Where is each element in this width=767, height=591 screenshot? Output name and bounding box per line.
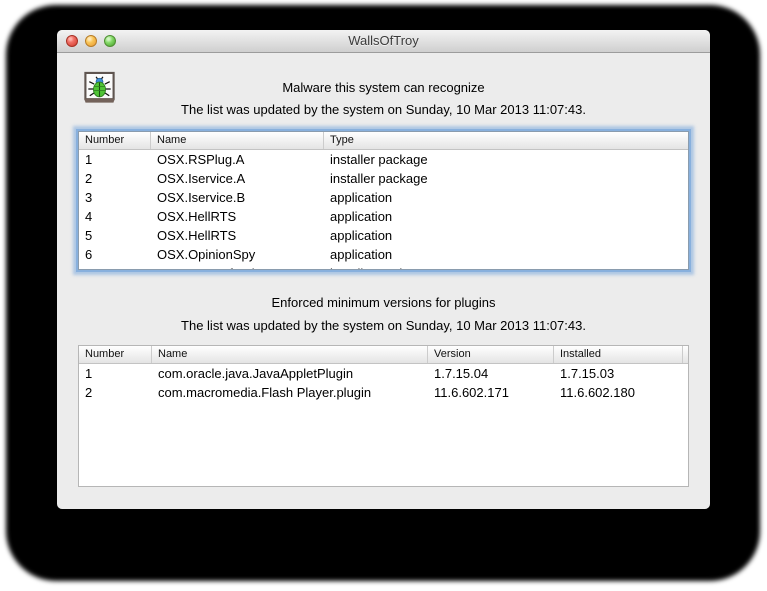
plugins-table: Number Name Version Installed 1 com.orac… xyxy=(78,345,689,487)
cell-type: installer package xyxy=(324,264,688,269)
traffic-lights xyxy=(66,35,116,47)
table-row[interactable]: 2 OSX.Iservice.A installer package xyxy=(79,169,688,188)
cell-installed: 11.6.602.180 xyxy=(554,383,683,402)
cell-version: 1.7.15.04 xyxy=(428,364,554,383)
table-row[interactable]: 1 com.oracle.java.JavaAppletPlugin 1.7.1… xyxy=(79,364,688,383)
cell-type: installer package xyxy=(324,150,688,169)
cell-number: 7 xyxy=(79,264,151,269)
plugins-table-header: Number Name Version Installed xyxy=(79,346,688,364)
table-row[interactable]: 4 OSX.HellRTS application xyxy=(79,207,688,226)
cell-version: 11.6.602.171 xyxy=(428,383,554,402)
plugins-table-body: 1 com.oracle.java.JavaAppletPlugin 1.7.1… xyxy=(79,364,688,486)
cell-name: com.macromedia.Flash Player.plugin xyxy=(152,383,428,402)
cell-installed: 1.7.15.03 xyxy=(554,364,683,383)
malware-updated-text: The list was updated by the system on Su… xyxy=(57,102,710,117)
cell-number: 2 xyxy=(79,169,151,188)
table-row[interactable]: 1 OSX.RSPlug.A installer package xyxy=(79,150,688,169)
cell-name: com.oracle.java.JavaAppletPlugin xyxy=(152,364,428,383)
table-row[interactable]: 5 OSX.HellRTS application xyxy=(79,226,688,245)
column-header-number[interactable]: Number xyxy=(79,132,151,149)
column-header-spacer xyxy=(683,346,689,363)
table-row[interactable]: 7 OSX.MacDefender.A installer package xyxy=(79,264,688,269)
column-header-name[interactable]: Name xyxy=(152,346,428,363)
cell-name: OSX.HellRTS xyxy=(151,207,324,226)
cell-number: 6 xyxy=(79,245,151,264)
table-row[interactable]: 3 OSX.Iservice.B application xyxy=(79,188,688,207)
table-row[interactable]: 6 OSX.OpinionSpy application xyxy=(79,245,688,264)
column-header-version[interactable]: Version xyxy=(428,346,554,363)
malware-section-heading: Malware this system can recognize xyxy=(57,80,710,95)
cell-type: application xyxy=(324,207,688,226)
cell-number: 1 xyxy=(79,150,151,169)
cell-name: OSX.Iservice.B xyxy=(151,188,324,207)
column-header-name[interactable]: Name xyxy=(151,132,324,149)
column-header-installed[interactable]: Installed xyxy=(554,346,683,363)
cell-type: installer package xyxy=(324,169,688,188)
close-icon[interactable] xyxy=(66,35,78,47)
cell-type: application xyxy=(324,245,688,264)
window-title: WallsOfTroy xyxy=(57,30,710,52)
cell-name: OSX.HellRTS xyxy=(151,226,324,245)
cell-name: OSX.MacDefender.A xyxy=(151,264,324,269)
app-window: WallsOfTroy Malware this system can reco… xyxy=(57,30,710,509)
malware-table: Number Name Type 1 OSX.RSPlug.A installe… xyxy=(78,131,689,270)
cell-number: 1 xyxy=(79,364,152,383)
cell-number: 4 xyxy=(79,207,151,226)
title-bar[interactable]: WallsOfTroy xyxy=(57,30,710,53)
column-header-number[interactable]: Number xyxy=(79,346,152,363)
cell-name: OSX.Iservice.A xyxy=(151,169,324,188)
cell-number: 3 xyxy=(79,188,151,207)
cell-number: 5 xyxy=(79,226,151,245)
cell-type: application xyxy=(324,188,688,207)
zoom-icon[interactable] xyxy=(104,35,116,47)
cell-name: OSX.OpinionSpy xyxy=(151,245,324,264)
malware-table-body: 1 OSX.RSPlug.A installer package 2 OSX.I… xyxy=(79,150,688,269)
column-header-type[interactable]: Type xyxy=(324,132,688,149)
cell-number: 2 xyxy=(79,383,152,402)
minimize-icon[interactable] xyxy=(85,35,97,47)
cell-type: application xyxy=(324,226,688,245)
plugins-updated-text: The list was updated by the system on Su… xyxy=(57,318,710,333)
malware-table-header: Number Name Type xyxy=(79,132,688,150)
cell-name: OSX.RSPlug.A xyxy=(151,150,324,169)
plugins-section-heading: Enforced minimum versions for plugins xyxy=(57,295,710,310)
table-row[interactable]: 2 com.macromedia.Flash Player.plugin 11.… xyxy=(79,383,688,402)
